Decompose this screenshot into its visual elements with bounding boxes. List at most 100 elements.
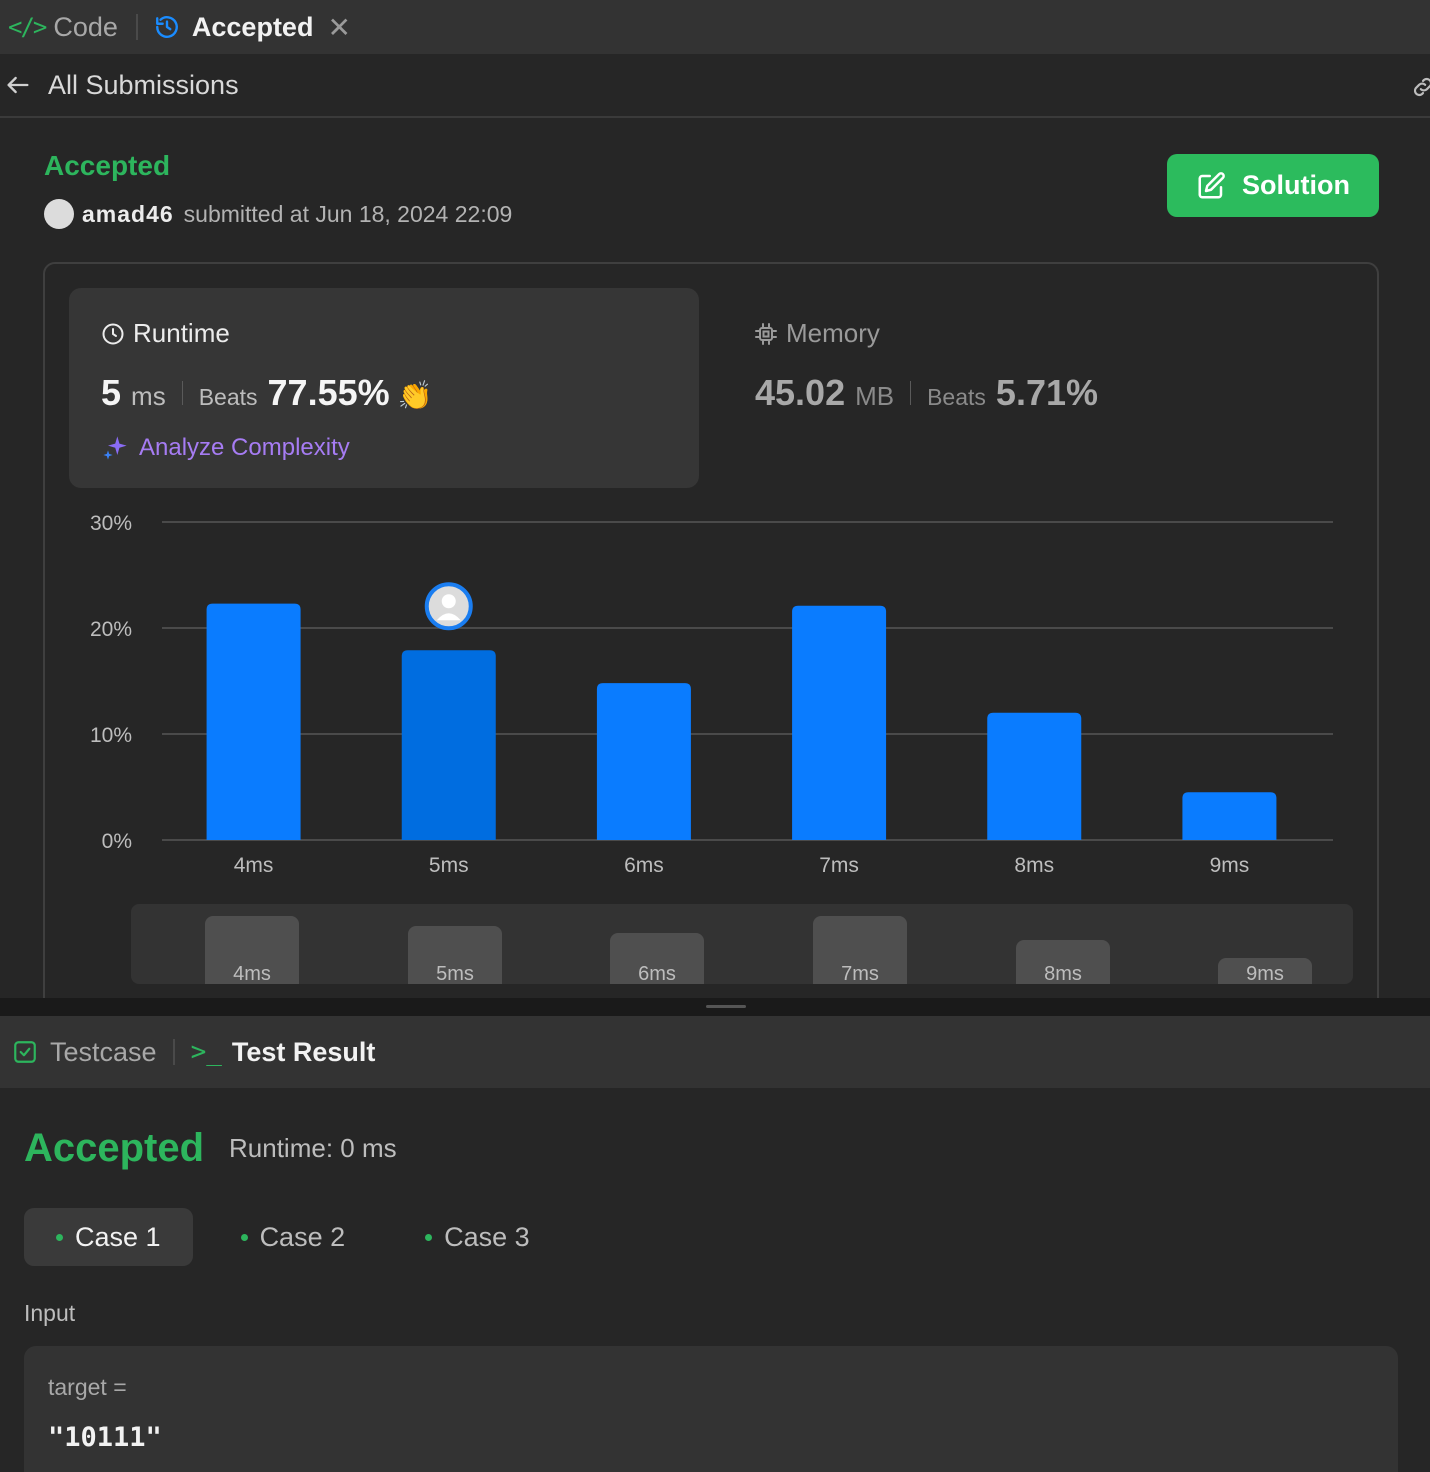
input-box: target = "10111" — [24, 1346, 1398, 1472]
memory-beats-value: 5.71% — [995, 372, 1098, 413]
input-variable: target = — [48, 1374, 127, 1400]
runtime-beats-value: 77.55% — [267, 372, 390, 413]
x-tick-label: 5ms — [429, 854, 469, 877]
memory-label: Memory — [786, 318, 880, 348]
panel-splitter[interactable] — [0, 998, 1430, 1016]
edit-icon — [1198, 171, 1225, 198]
runtime-distribution-chart: 0% 10% 20% 30% 4ms 5ms 6ms 7ms 8ms 9ms — [90, 512, 1333, 877]
runtime-stats: 5 ms Beats 77.55% 👏 — [101, 372, 433, 414]
memory-beats-label: Beats — [927, 384, 986, 410]
y-tick-label: 30% — [90, 512, 132, 535]
tab-testcase[interactable]: Testcase — [12, 1037, 157, 1068]
analyze-complexity-link[interactable]: Analyze Complexity — [101, 434, 350, 462]
case-tab-1[interactable]: Case 1 — [24, 1208, 193, 1266]
username[interactable]: amad46 — [82, 201, 174, 228]
checkbox-icon — [14, 1041, 36, 1063]
sparkle-icon — [103, 436, 127, 460]
case-label: Case 1 — [75, 1221, 161, 1252]
x-tick-label: 7ms — [819, 854, 859, 877]
terminal-prompt-icon: >_ — [190, 1037, 222, 1067]
submitted-time: submitted at Jun 18, 2024 22:09 — [183, 200, 513, 227]
solution-button-label: Solution — [1242, 170, 1350, 200]
chart-bar[interactable] — [987, 712, 1082, 840]
editor-tab-bar: </> Code Accepted ✕ — [0, 0, 1430, 54]
splitter-grip[interactable] — [706, 1005, 746, 1008]
memory-value: 45.02 — [755, 372, 846, 413]
history-icon — [155, 16, 178, 38]
mini-chart-bar: 7ms — [813, 916, 907, 984]
close-tab-icon[interactable]: ✕ — [327, 11, 350, 44]
mini-chart-label: 4ms — [233, 963, 271, 984]
stat-divider — [910, 381, 912, 405]
mini-chart-label: 8ms — [1044, 963, 1082, 984]
tab-divider — [135, 14, 138, 40]
runtime-panel[interactable]: Runtime 5 ms Beats 77.55% 👏 Analyze Comp… — [69, 288, 699, 488]
mini-chart-label: 7ms — [841, 963, 879, 984]
case-tab-3[interactable]: Case 3 — [393, 1208, 562, 1266]
y-tick-label: 0% — [102, 830, 132, 853]
result-status: Accepted — [24, 1126, 205, 1170]
mini-chart-bar: 4ms — [205, 916, 299, 984]
chart-bar[interactable] — [206, 603, 301, 840]
input-value: "10111" — [48, 1422, 162, 1453]
result-runtime: Runtime: 0 ms — [229, 1133, 397, 1163]
tab-test-result-label: Test Result — [231, 1036, 376, 1067]
tab-code[interactable]: </> Code — [0, 0, 118, 54]
tab-code-label: Code — [53, 11, 118, 42]
memory-stats: 45.02 MB Beats 5.71% — [755, 372, 1098, 414]
share-link-icon[interactable] — [1410, 74, 1430, 100]
your-submission-avatar-icon — [424, 582, 473, 631]
submission-meta: amad46 submitted at Jun 18, 2024 22:09 — [44, 199, 512, 229]
runtime-title: Runtime — [101, 318, 230, 349]
mini-chart-label: 6ms — [638, 963, 676, 984]
all-submissions-link[interactable]: All Submissions — [48, 70, 239, 101]
case-label: Case 3 — [444, 1221, 530, 1252]
chart-bar[interactable] — [596, 683, 691, 840]
memory-unit: MB — [855, 381, 895, 411]
runtime-label: Runtime — [133, 318, 230, 348]
case-pass-dot — [56, 1233, 63, 1241]
chart-bar[interactable] — [1182, 792, 1277, 840]
x-tick-label: 8ms — [1014, 854, 1054, 877]
tab-testcase-label: Testcase — [50, 1036, 157, 1067]
submissions-header: All Submissions — [0, 54, 1430, 118]
x-tick-label: 6ms — [624, 854, 664, 877]
input-label: Input — [24, 1300, 76, 1326]
code-icon: </> — [8, 13, 47, 41]
runtime-unit: ms — [131, 381, 166, 411]
mini-chart-bar: 6ms — [610, 933, 704, 984]
mini-chart-label: 9ms — [1246, 963, 1284, 984]
stat-divider — [181, 381, 183, 405]
mini-chart-bar: 8ms — [1016, 940, 1110, 984]
tab-divider — [172, 1039, 175, 1065]
chart-bar[interactable] — [792, 605, 887, 840]
console-tab-bar: Testcase >_ Test Result — [0, 1016, 1430, 1088]
y-tick-label: 10% — [90, 724, 132, 747]
mini-chart-label: 5ms — [436, 963, 474, 984]
runtime-beats-label: Beats — [198, 384, 258, 410]
clock-icon — [102, 323, 124, 344]
tab-accepted[interactable]: Accepted ✕ — [154, 0, 351, 54]
chart-bar[interactable] — [401, 650, 496, 840]
case-label: Case 2 — [259, 1221, 346, 1252]
case-tab-2[interactable]: Case 2 — [209, 1208, 378, 1266]
mini-chart-bar: 9ms — [1218, 958, 1312, 984]
tab-test-result[interactable]: >_ Test Result — [191, 1037, 376, 1068]
submission-status: Accepted — [44, 150, 171, 181]
mini-chart-bar: 5ms — [408, 926, 502, 984]
y-tick-label: 20% — [90, 618, 132, 641]
back-arrow-icon[interactable] — [4, 71, 32, 99]
memory-tab[interactable]: Memory — [754, 318, 880, 349]
case-pass-dot — [240, 1233, 248, 1241]
analyze-complexity-label: Analyze Complexity — [139, 434, 350, 461]
user-avatar[interactable] — [44, 199, 74, 229]
runtime-value: 5 — [101, 372, 122, 413]
clap-icon: 👏 — [397, 380, 433, 411]
tab-accepted-label: Accepted — [191, 11, 314, 42]
chip-icon — [755, 322, 777, 345]
case-tabs: Case 1 Case 2 Case 3 — [24, 1208, 578, 1266]
chart-range-scroller[interactable]: 4ms 5ms 6ms 7ms 8ms 9ms — [131, 904, 1353, 984]
solution-button[interactable]: Solution — [1167, 154, 1379, 217]
x-tick-label: 4ms — [234, 854, 274, 877]
x-tick-label: 9ms — [1210, 854, 1250, 877]
